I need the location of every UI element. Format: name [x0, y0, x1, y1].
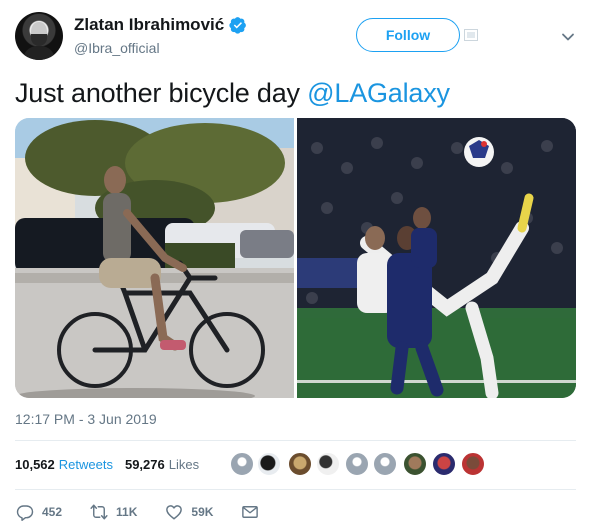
- tweet-actions: 452 11K 59K: [16, 502, 295, 522]
- like-action[interactable]: 59K: [165, 503, 213, 521]
- reply-action[interactable]: 452: [16, 503, 62, 521]
- likes-count[interactable]: 59,276: [125, 457, 165, 472]
- liker-avatar[interactable]: [257, 452, 281, 476]
- photo-bicycle-kick[interactable]: [297, 118, 576, 398]
- liker-avatar[interactable]: [230, 452, 254, 476]
- divider: [15, 440, 576, 441]
- direct-message-action[interactable]: [241, 503, 267, 521]
- mention-link[interactable]: @LAGalaxy: [307, 78, 450, 108]
- liker-avatar[interactable]: [403, 452, 427, 476]
- media-grid: [15, 118, 576, 398]
- author-name-row[interactable]: Zlatan Ibrahimović: [74, 15, 247, 35]
- envelope-icon: [242, 506, 259, 518]
- tweet-card: Zlatan Ibrahimović @Ibra_official Follow…: [0, 0, 598, 529]
- retweet-action[interactable]: 11K: [90, 503, 137, 521]
- follow-icon: [464, 29, 478, 41]
- author-handle[interactable]: @Ibra_official: [74, 40, 160, 56]
- author-display-name[interactable]: Zlatan Ibrahimović: [74, 15, 224, 35]
- liker-avatar[interactable]: [373, 452, 397, 476]
- liker-avatar[interactable]: [461, 452, 485, 476]
- like-count: 59K: [191, 505, 214, 519]
- engagement-stats: 10,562 Retweets 59,276 Likes: [15, 457, 211, 472]
- liker-avatar[interactable]: [288, 452, 312, 476]
- follow-button[interactable]: Follow: [356, 18, 460, 52]
- retweets-label[interactable]: Retweets: [59, 457, 113, 472]
- tweet-body: Just another bicycle day: [15, 78, 308, 108]
- liker-avatar[interactable]: [316, 452, 340, 476]
- chevron-down-icon[interactable]: [561, 30, 575, 44]
- heart-icon: [166, 505, 183, 520]
- likes-label[interactable]: Likes: [169, 457, 199, 472]
- photo-bicycle[interactable]: [15, 118, 294, 398]
- retweet-count: 11K: [116, 505, 138, 519]
- retweet-icon: [90, 504, 108, 520]
- bicycle-kick-photo-illustration: [297, 118, 576, 398]
- bicycle-photo-illustration: [15, 118, 294, 398]
- divider: [15, 489, 576, 490]
- retweets-count[interactable]: 10,562: [15, 457, 55, 472]
- liker-avatar[interactable]: [432, 452, 456, 476]
- tweet-text: Just another bicycle day @LAGalaxy: [15, 78, 450, 109]
- avatar[interactable]: [15, 12, 63, 60]
- reply-icon: [16, 505, 34, 521]
- reply-count: 452: [42, 505, 63, 519]
- liker-avatar[interactable]: [345, 452, 369, 476]
- tweet-timestamp[interactable]: 12:17 PM - 3 Jun 2019: [15, 411, 157, 427]
- verified-badge-icon: [229, 17, 247, 34]
